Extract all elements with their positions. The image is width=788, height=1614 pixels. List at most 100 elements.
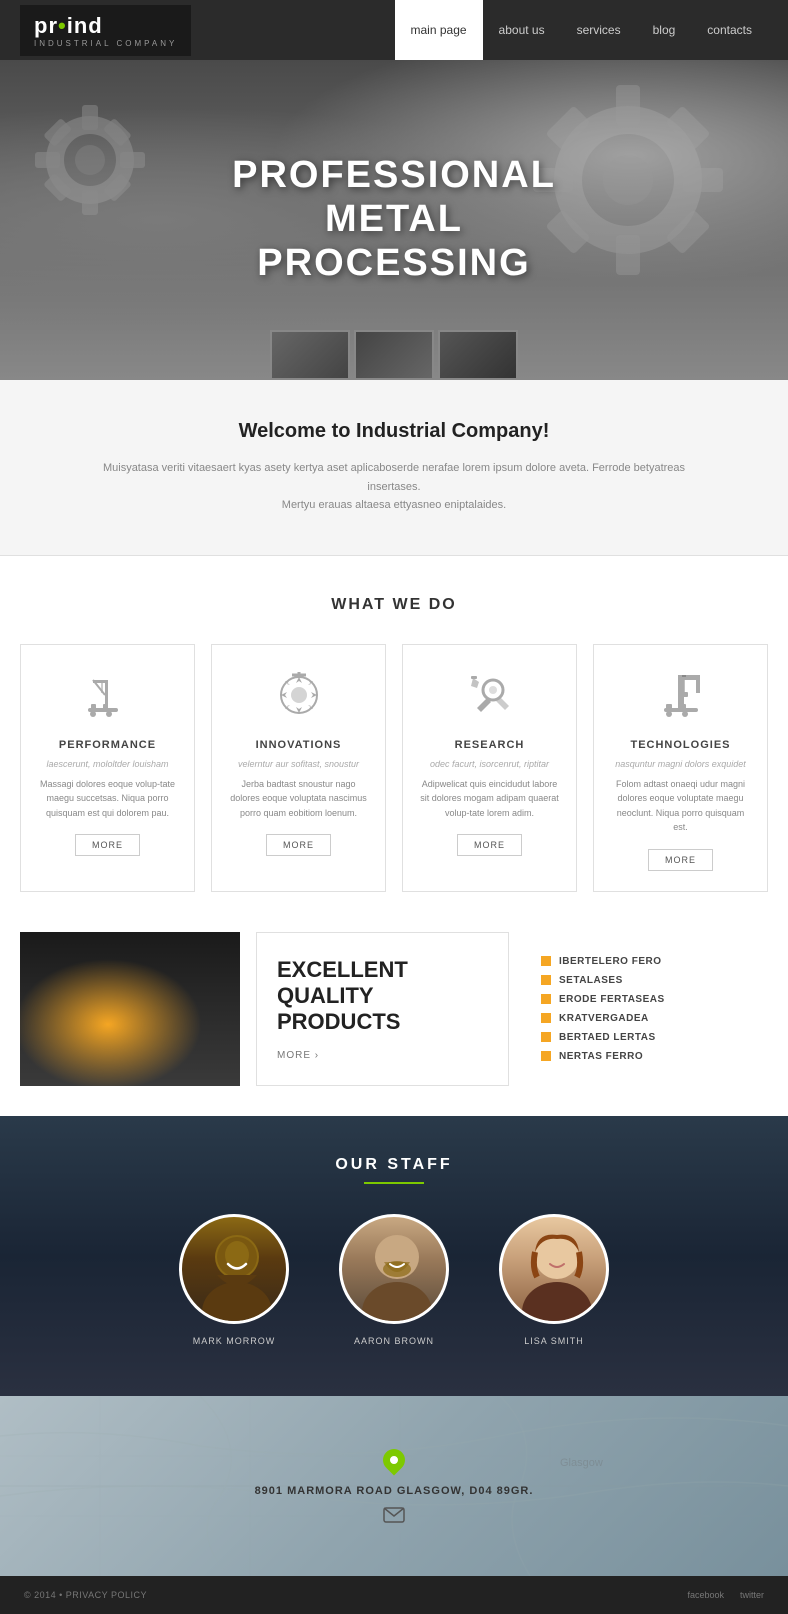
list-item-label: IBERTELERO FERO [559,956,662,967]
avatar-lisa-smith [499,1214,609,1324]
main-nav: main page about us services blog contact… [395,0,769,60]
crane-icon [83,670,133,720]
research-desc: Adipwelicat quis eincidudut labore sit d… [419,777,560,820]
innovations-icon [228,665,369,725]
performance-more-button[interactable]: MORE [75,834,140,856]
map-pin-center [388,1454,399,1465]
quality-more-link[interactable]: MORE › [277,1050,488,1061]
map-address: 8901 MARMORA ROAD GLASGOW, D04 89GR. [255,1485,534,1497]
nav-blog[interactable]: blog [637,0,692,60]
staff-name-2: AARON BROWN [339,1336,449,1346]
list-item: SETALASES [541,975,752,986]
bullet-icon [541,1013,551,1023]
map-email-wrapper [255,1507,534,1523]
map-content: 8901 MARMORA ROAD GLASGOW, D04 89GR. [255,1449,534,1523]
map-pin-icon [378,1444,409,1475]
staff-grid: MARK MORROW AARON BROWN [20,1214,768,1346]
staff-section: OUR STAFF MARK MORROW [0,1116,788,1396]
avatar-mark-morrow [179,1214,289,1324]
hero-title: PROFESSIONALMETALPROCESSING [232,154,556,285]
technologies-subtitle: nasquntur magni dolors exquidet [610,759,751,769]
list-item: ERODE FERTASEAS [541,994,752,1005]
avatar-aaron-brown [339,1214,449,1324]
staff-name-1: MARK MORROW [179,1336,289,1346]
staff-member-1: MARK MORROW [179,1214,289,1346]
nav-services[interactable]: services [561,0,637,60]
welcome-section: Welcome to Industrial Company! Muisyatas… [0,380,788,556]
performance-title: PERFORMANCE [37,739,178,751]
bullet-icon [541,994,551,1004]
logo-dot: • [58,13,67,38]
map-section: Glasgow 8901 MARMORA ROAD GLASGOW, D04 8… [0,1396,788,1576]
what-we-do-section: WHAT WE DO PERFORMANCE laescerun [0,556,788,932]
list-item-label: KRATVERGADEA [559,1013,649,1024]
list-item: IBERTELERO FERO [541,956,752,967]
service-card-innovations: INNOVATIONS velerntur aur sofitast, snou… [211,644,386,892]
quality-text-box: EXCELLENTQUALITYPRODUCTS MORE › [256,932,509,1086]
staff-divider [364,1182,424,1184]
header: pr•ind INDUSTRIAL COMPANY main page abou… [0,0,788,60]
research-more-button[interactable]: MORE [457,834,522,856]
staff-name-3: LISA SMITH [499,1336,609,1346]
nav-main-page[interactable]: main page [395,0,483,60]
logo[interactable]: pr•ind INDUSTRIAL COMPANY [20,5,191,56]
bullet-icon [541,1032,551,1042]
what-we-do-title: WHAT WE DO [20,596,768,614]
thumbnail-1[interactable] [270,330,350,380]
innovations-more-button[interactable]: MORE [266,834,331,856]
research-title: RESEARCH [419,739,560,751]
nav-contacts[interactable]: contacts [691,0,768,60]
quality-image-bg [20,932,240,1086]
innovations-desc: Jerba badtast snoustur nago dolores eoqu… [228,777,369,820]
quality-section: EXCELLENTQUALITYPRODUCTS MORE › IBERTELE… [20,932,768,1086]
footer-links: facebook twitter [687,1590,764,1600]
email-icon[interactable] [383,1507,405,1523]
avatar-image-3 [502,1217,609,1324]
list-item: NERTAS FERRO [541,1051,752,1062]
footer-facebook-link[interactable]: facebook [687,1590,724,1600]
technologies-desc: Folom adtast onaeqi udur magni dolores e… [610,777,751,835]
thumbnail-2[interactable] [354,330,434,380]
footer: © 2014 • PRIVACY POLICY facebook twitter [0,1576,788,1614]
footer-twitter-link[interactable]: twitter [740,1590,764,1600]
thumbnail-3[interactable] [438,330,518,380]
staff-member-3: LISA SMITH [499,1214,609,1346]
technologies-title: TECHNOLOGIES [610,739,751,751]
quality-heading: EXCELLENTQUALITYPRODUCTS [277,957,488,1036]
footer-copyright: © 2014 • PRIVACY POLICY [24,1590,147,1600]
research-subtitle: odec facurt, isorcenrut, riptitar [419,759,560,769]
list-item-label: SETALASES [559,975,623,986]
welcome-body: Muisyatasa veriti vitaesaert kyas asety … [100,459,688,515]
welcome-heading: Welcome to Industrial Company! [100,420,688,443]
list-item: BERTAED LERTAS [541,1032,752,1043]
staff-title: OUR STAFF [20,1156,768,1174]
list-item-label: NERTAS FERRO [559,1051,643,1062]
quality-list: IBERTELERO FERO SETALASES ERODE FERTASEA… [525,932,768,1086]
list-item-label: BERTAED LERTAS [559,1032,656,1043]
bullet-icon [541,975,551,985]
staff-member-2: AARON BROWN [339,1214,449,1346]
performance-icon [37,665,178,725]
technologies-more-button[interactable]: MORE [648,849,713,871]
hero-thumbnails [270,330,518,380]
gear-icon-right [528,80,728,280]
performance-subtitle: laescerunt, mololtder louisham [37,759,178,769]
innovations-subtitle: velerntur aur sofitast, snoustur [228,759,369,769]
gear-icon-left [30,100,150,220]
bullet-icon [541,956,551,966]
avatar-image-1 [182,1217,289,1324]
list-item: KRATVERGADEA [541,1013,752,1024]
logo-subtitle: INDUSTRIAL COMPANY [34,39,177,48]
research-icon [419,665,560,725]
list-item-label: ERODE FERTASEAS [559,994,665,1005]
saw-icon [274,670,324,720]
tools-icon [465,670,515,720]
service-card-performance: PERFORMANCE laescerunt, mololtder louish… [20,644,195,892]
service-card-technologies: TECHNOLOGIES nasquntur magni dolors exqu… [593,644,768,892]
crane2-icon [656,670,706,720]
bullet-icon [541,1051,551,1061]
technologies-icon [610,665,751,725]
svg-text:Glasgow: Glasgow [560,1457,603,1469]
nav-about[interactable]: about us [483,0,561,60]
quality-image [20,932,240,1086]
